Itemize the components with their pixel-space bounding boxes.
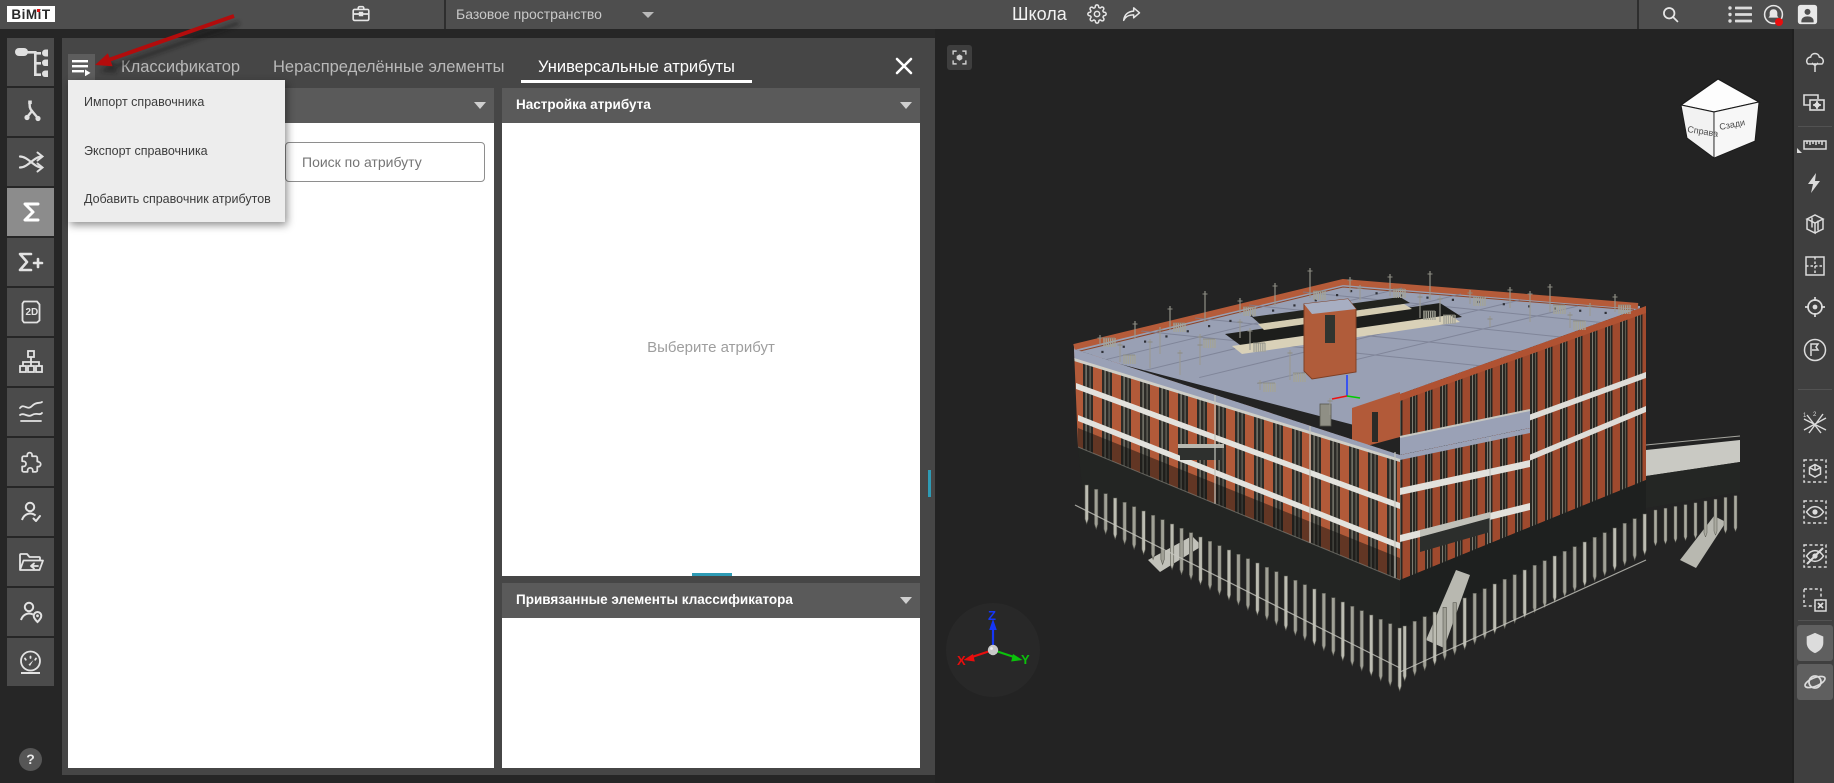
svg-text:X: X — [957, 653, 966, 668]
svg-text:1: 1 — [1803, 413, 1807, 419]
svg-text:Z: Z — [988, 608, 996, 623]
svg-text:2: 2 — [1813, 412, 1817, 418]
svg-text:2D: 2D — [25, 307, 38, 318]
svg-text:Y: Y — [1021, 652, 1030, 667]
